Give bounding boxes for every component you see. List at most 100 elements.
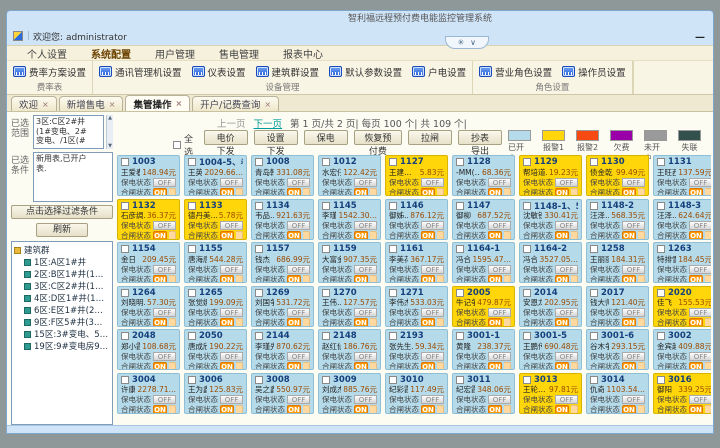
card-checkbox[interactable] — [523, 202, 531, 210]
tree-root[interactable]: 建筑群 — [14, 244, 110, 256]
meter-card[interactable]: 3002 金宾越 409.88元 保电状态 OFF 合闸状态 — [653, 329, 711, 370]
meter-card[interactable]: 1003 王爱春 148.94元 保电状态 OFF 合闸状态 — [117, 155, 180, 196]
card-checkbox[interactable] — [322, 289, 330, 297]
action-button[interactable]: 电价下发 — [204, 130, 248, 145]
meter-card[interactable]: 1145 李瑾先… 1542.30… 保电状态 OFF 合闸 — [318, 199, 381, 240]
tab-close-icon[interactable]: × — [175, 99, 182, 108]
meter-card[interactable]: 1127 王建… 5.83元 保电状态 OFF 合闸状态 — [385, 155, 448, 196]
meter-card[interactable]: 3016 御阳 339.25元 保电状态 OFF 合闸状态 — [653, 373, 711, 414]
switch-status-value[interactable]: ON — [421, 231, 435, 240]
meter-card[interactable]: 1146 御姊… 876.12元 保电状态 OFF 合闸状态 — [385, 199, 448, 240]
switch-status-value[interactable]: ON — [153, 362, 167, 371]
switch-status-value[interactable]: ON — [354, 362, 368, 371]
tree-node[interactable]: 15区:3#变电、5#变电(3#… — [14, 328, 110, 340]
card-checkbox[interactable] — [121, 202, 129, 210]
card-checkbox[interactable] — [121, 289, 129, 297]
meter-card[interactable]: 1148-2 汪泽… 568.35元 保电状态 OFF 合闸 — [586, 199, 649, 240]
tab-close-icon[interactable]: × — [264, 100, 271, 109]
switch-status-value[interactable]: ON — [555, 318, 569, 327]
card-checkbox[interactable] — [121, 332, 129, 340]
switch-status-value[interactable]: ON — [555, 188, 569, 197]
switch-status-value[interactable]: ON — [488, 231, 502, 240]
meter-card[interactable]: 1130 债金乾 99.49元 保电状态 OFF 合闸状态 — [586, 155, 649, 196]
switch-status-value[interactable]: ON — [488, 362, 502, 371]
switch-status-value[interactable]: ON — [488, 405, 502, 414]
ribbon-button[interactable]: 户电设置 — [412, 65, 466, 79]
tree-node[interactable]: 6区:E区1#井(2区… — [14, 304, 110, 316]
tab[interactable]: 开户/记费查询 × — [192, 96, 279, 111]
card-checkbox[interactable] — [590, 158, 598, 166]
tree-node[interactable]: 9区:F区5#井(3区… — [14, 316, 110, 328]
card-checkbox[interactable] — [255, 376, 263, 384]
meter-card[interactable]: 1148-1、522 沈敏铁 330.41元 保电状态 OFF — [519, 199, 582, 240]
card-checkbox[interactable] — [523, 245, 531, 253]
switch-status-value[interactable]: ON — [220, 405, 234, 414]
meter-card[interactable]: 2193 张先生… 59.34元 保电状态 OFF 合闸状态 — [385, 329, 448, 370]
meter-card[interactable]: 3011 纪宏霞 348.06元 保电状态 OFF 合闸状态 — [452, 373, 515, 414]
card-checkbox[interactable] — [523, 289, 531, 297]
meter-card[interactable]: 1157 钱杰 686.99元 保电状态 OFF 合闸状态 — [251, 242, 314, 283]
ribbon-button[interactable]: 仪表设置 — [192, 65, 246, 79]
card-checkbox[interactable] — [456, 289, 464, 297]
meter-card[interactable]: 2005 牛记争 479.87元 保电状态 OFF 合闸状态 — [452, 286, 515, 327]
menu-item[interactable]: 售电管理 — [207, 46, 271, 61]
card-checkbox[interactable] — [389, 289, 397, 297]
menu-item[interactable]: 报表中心 — [271, 46, 335, 61]
meter-card[interactable]: 1270 王伟… 127.57元 保电状态 OFF 合闸状态 — [318, 286, 381, 327]
card-checkbox[interactable] — [657, 289, 665, 297]
tab[interactable]: 新增售电 × — [59, 96, 124, 111]
switch-status-value[interactable]: ON — [421, 275, 435, 284]
meter-card[interactable]: 1134 韦品… 921.63元 保电状态 OFF 合闸状态 — [251, 199, 314, 240]
card-checkbox[interactable] — [121, 376, 129, 384]
card-checkbox[interactable] — [657, 376, 665, 384]
meter-card[interactable]: 3014 仇奇争 1103.54… 保电状态 OFF 合闸状 — [586, 373, 649, 414]
meter-card[interactable]: 2017 钱大师 121.40元 保电状态 OFF 合闸状态 — [586, 286, 649, 327]
switch-status-value[interactable]: ON — [287, 275, 301, 284]
next-page-link[interactable]: 下一页 — [254, 116, 283, 130]
card-checkbox[interactable] — [657, 158, 665, 166]
meter-card[interactable]: 1265 张觉娜 199.09元 保电状态 OFF 合闸状态 — [184, 286, 247, 327]
card-checkbox[interactable] — [188, 376, 196, 384]
switch-status-value[interactable]: ON — [220, 275, 234, 284]
card-checkbox[interactable] — [188, 202, 196, 210]
card-checkbox[interactable] — [657, 332, 665, 340]
meter-card[interactable]: 3001-6 谷木争… 293.15元 保电状态 OFF 合 — [586, 329, 649, 370]
menu-item[interactable]: 个人设置 — [15, 46, 79, 61]
meter-card[interactable]: 1154 金日 209.45元 保电状态 OFF 合闸状态 — [117, 242, 180, 283]
card-checkbox[interactable] — [590, 245, 598, 253]
card-checkbox[interactable] — [188, 245, 196, 253]
card-checkbox[interactable] — [322, 245, 330, 253]
meter-card[interactable]: 3013 王轮… 97.81元 保电状态 OFF 合闸状态 — [519, 373, 582, 414]
meter-card[interactable]: 1269 刘国争 531.72元 保电状态 OFF 合闸状态 — [251, 286, 314, 327]
switch-status-value[interactable]: ON — [220, 318, 234, 327]
switch-status-value[interactable]: ON — [153, 231, 167, 240]
card-checkbox[interactable] — [657, 245, 665, 253]
switch-status-value[interactable]: ON — [287, 318, 301, 327]
tree-node[interactable]: 3区:C区2#井(1#变… — [14, 280, 110, 292]
card-checkbox[interactable] — [523, 376, 531, 384]
card-checkbox[interactable] — [188, 332, 196, 340]
switch-status-value[interactable]: ON — [220, 188, 234, 197]
tab-close-icon[interactable]: × — [42, 100, 49, 109]
meter-card[interactable]: 1132 石彦绸… 36.37元 保电状态 OFF 合闸状态 — [117, 199, 180, 240]
card-checkbox[interactable] — [389, 202, 397, 210]
select-all-checkbox[interactable] — [173, 141, 181, 149]
meter-card[interactable]: 3009 刘成杰 885.76元 保电状态 OFF 合闸状态 — [318, 373, 381, 414]
ribbon-button[interactable]: 建筑群设置 — [256, 65, 320, 79]
meter-card[interactable]: 1263 特排雪… 184.45元 保电状态 OFF 合闸状 — [653, 242, 711, 283]
meter-card[interactable]: 1264 刘晓明… 57.30元 保电状态 OFF 合闸状态 — [117, 286, 180, 327]
tab[interactable]: 欢迎 × — [11, 96, 57, 111]
meter-card[interactable]: 1133 德丹美… 5.78元 保电状态 OFF 合闸状态 — [184, 199, 247, 240]
card-checkbox[interactable] — [389, 376, 397, 384]
meter-card[interactable]: 1148-3 汪泽… 624.64元 保电状态 OFF 合闸 — [653, 199, 711, 240]
switch-status-value[interactable]: ON — [153, 318, 167, 327]
switch-status-value[interactable]: ON — [421, 405, 435, 414]
card-checkbox[interactable] — [322, 158, 330, 166]
tree-node[interactable]: 4区:D区1#井(1区… — [14, 292, 110, 304]
switch-status-value[interactable]: ON — [287, 362, 301, 371]
switch-status-value[interactable]: ON — [622, 405, 636, 414]
meter-card[interactable]: 2014 安恩龙 202.95元 保电状态 OFF 合闸状态 — [519, 286, 582, 327]
card-checkbox[interactable] — [255, 332, 263, 340]
switch-status-value[interactable]: ON — [220, 231, 234, 240]
action-button[interactable]: 拉闸 — [408, 130, 452, 145]
